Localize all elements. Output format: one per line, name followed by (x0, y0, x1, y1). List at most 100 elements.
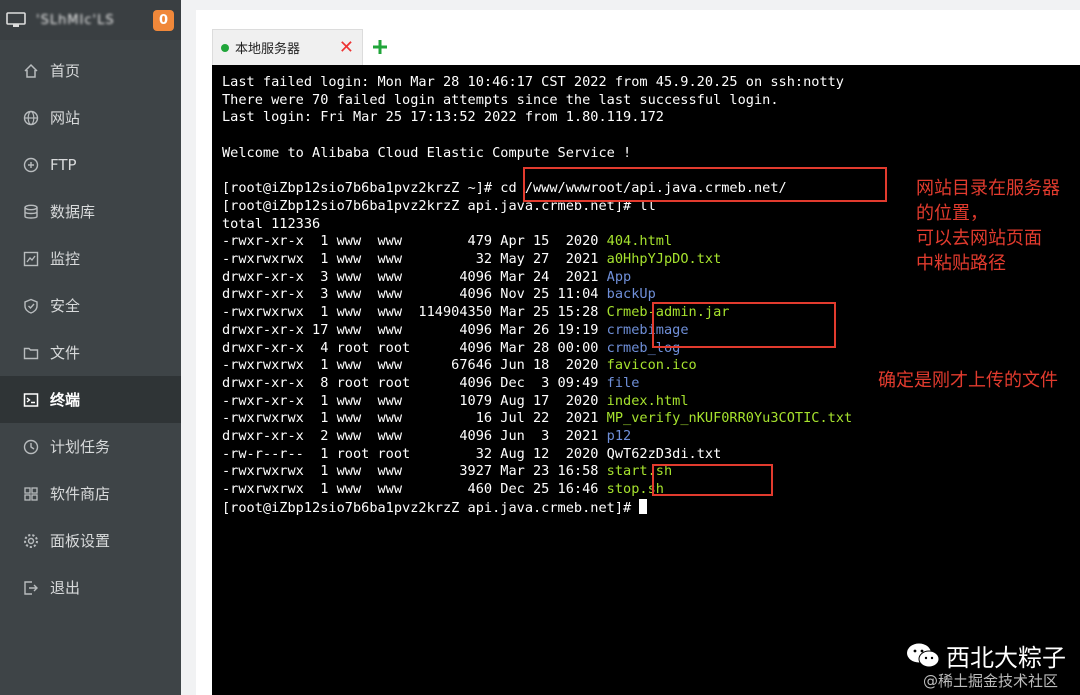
file-row: -rwxrwxrwx 1 www www 67646 Jun 18 2020 f… (222, 357, 697, 373)
file-row: -rwxr-xr-x 1 www www 1079 Aug 17 2020 in… (222, 393, 689, 409)
file-name: App (606, 268, 632, 285)
watermark-subtitle: @稀土掘金技术社区 (922, 672, 1058, 690)
file-meta: -rwxrwxrwx 1 www www 32 May 27 2021 (222, 251, 599, 268)
file-name: MP_verify_nKUF0RR0Yu3COTIC.txt (606, 410, 853, 427)
server-hostname: 'SLhMIc'LS (36, 12, 115, 28)
database-icon (23, 204, 39, 220)
file-meta: -rwxr-xr-x 1 www www 1079 Aug 17 2020 (222, 392, 599, 409)
file-row: -rwxrwxrwx 1 www www 32 May 27 2021 a0Hh… (222, 251, 721, 267)
file-name: a0HhpYJpDO.txt (606, 251, 722, 268)
file-row: drwxr-xr-x 8 root root 4096 Dec 3 09:49 … (222, 375, 639, 391)
watermark: 西北大粽子 (906, 638, 1066, 673)
file-name: file (606, 374, 640, 391)
server-header: 'SLhMIc'LS 0 (0, 0, 181, 40)
file-meta: -rwxrwxrwx 1 www www 67646 Jun 18 2020 (222, 357, 599, 374)
file-row: drwxr-xr-x 2 www www 4096 Jun 3 2021 p12 (222, 428, 631, 444)
file-name: 404.html (606, 233, 673, 250)
tab-label: 本地服务器 (235, 42, 301, 57)
file-name: backUp (606, 286, 656, 303)
home-icon (23, 63, 39, 79)
file-meta: drwxr-xr-x 3 www www 4096 Mar 24 2021 (222, 268, 599, 285)
file-row: drwxr-xr-x 3 www www 4096 Nov 25 11:04 b… (222, 286, 656, 302)
monitor-icon (6, 12, 26, 27)
terminal-line: Last failed login: Mon Mar 28 10:46:17 C… (222, 74, 844, 90)
file-meta: -rwxrwxrwx 1 www www 114904350 Mar 25 15… (222, 304, 599, 321)
file-row: drwxr-xr-x 3 www www 4096 Mar 24 2021 Ap… (222, 269, 631, 285)
file-meta: -rwxrwxrwx 1 www www 460 Dec 25 16:46 (222, 481, 599, 498)
wechat-icon (907, 643, 940, 667)
logout-icon (23, 580, 39, 596)
file-name: p12 (606, 428, 632, 445)
file-row: -rwxrwxrwx 1 www www 3927 Mar 23 16:58 s… (222, 463, 672, 479)
sidebar-menu: 首页 网站 FTP 数据库监控安全文件 终端计划任务软件商店面板设置退出 (0, 47, 181, 611)
file-row: -rwxr-xr-x 1 www www 479 Apr 15 2020 404… (222, 233, 672, 249)
terminal-line: total 112336 (222, 215, 321, 232)
monitor-icon (23, 251, 39, 267)
sidebar-item-3[interactable]: 数据库 (0, 188, 181, 235)
file-meta: drwxr-xr-x 3 www www 4096 Nov 25 11:04 (222, 286, 599, 303)
file-row: drwxr-xr-x 17 www www 4096 Mar 26 19:19 … (222, 322, 689, 338)
file-meta: drwxr-xr-x 17 www www 4096 Mar 26 19:19 (222, 321, 599, 338)
shield-icon (23, 298, 39, 314)
sidebar-item-2[interactable]: FTP (0, 141, 181, 188)
apps-icon (23, 486, 39, 502)
highlight-cd-command (523, 167, 887, 202)
sidebar-item-8[interactable]: 计划任务 (0, 423, 181, 470)
terminal-tabs: 本地服务器 ✕ (212, 29, 397, 65)
file-meta: drwxr-xr-x 4 root root 4096 Mar 28 00:00 (222, 339, 599, 356)
sidebar-item-0[interactable]: 首页 (0, 47, 181, 94)
close-icon[interactable]: ✕ (339, 38, 354, 57)
sidebar-item-label: FTP (50, 155, 77, 174)
sidebar-item-label: 退出 (50, 579, 81, 597)
cursor-block (639, 498, 648, 514)
gutter (181, 0, 196, 695)
file-name: QwT62zD3di.txt (606, 445, 722, 462)
terminal-line: Last login: Fri Mar 25 17:13:52 2022 fro… (222, 109, 664, 126)
file-name: favicon.ico (606, 357, 697, 374)
clock-icon (23, 439, 39, 455)
file-row: -rwxrwxrwx 1 www www 460 Dec 25 16:46 st… (222, 481, 664, 497)
terminal-line: There were 70 failed login attempts sinc… (222, 91, 779, 108)
sidebar-item-1[interactable]: 网站 (0, 94, 181, 141)
plus-icon (373, 40, 387, 54)
sidebar-item-11[interactable]: 退出 (0, 564, 181, 611)
annotation-files-note: 确定是刚才上传的文件 (878, 370, 1058, 391)
gear-icon (23, 533, 39, 549)
terminal-output: Last failed login: Mon Mar 28 10:46:17 C… (222, 74, 852, 518)
file-row: -rw-r--r-- 1 root root 32 Aug 12 2020 Qw… (222, 446, 721, 462)
main-area: 本地服务器 ✕ Last failed login: Mon Mar 28 10… (196, 0, 1080, 695)
add-tab-button[interactable] (363, 29, 397, 65)
sidebar-item-4[interactable]: 监控 (0, 235, 181, 282)
sidebar-item-9[interactable]: 软件商店 (0, 470, 181, 517)
watermark-name: 西北大粽子 (946, 644, 1066, 672)
terminal-icon (23, 392, 39, 408)
sidebar-item-label: 计划任务 (50, 438, 111, 456)
sidebar-item-10[interactable]: 面板设置 (0, 517, 181, 564)
notification-badge[interactable]: 0 (153, 9, 174, 31)
annotation-path-note: 网站目录在服务器 的位置， 可以去网站页面 中粘贴路径 (916, 178, 1060, 274)
folder-icon (23, 345, 39, 361)
highlight-jar-files (652, 302, 836, 348)
file-meta: drwxr-xr-x 8 root root 4096 Dec 3 09:49 (222, 374, 599, 391)
file-meta: -rwxr-xr-x 1 www www 479 Apr 15 2020 (222, 233, 599, 250)
sidebar-item-7[interactable]: 终端 (0, 376, 181, 423)
sidebar-item-label: 面板设置 (50, 532, 111, 550)
sidebar: 'SLhMIc'LS 0 首页 网站 FTP 数据库监控安全文件 终端计划任务软件商店面… (0, 0, 181, 695)
highlight-sh-files (652, 464, 773, 496)
sidebar-item-label: 安全 (50, 297, 81, 315)
globe-icon (23, 110, 39, 126)
terminal-prompt: [root@iZbp12sio7b6ba1pvz2krzZ api.java.c… (222, 499, 640, 516)
file-row: drwxr-xr-x 4 root root 4096 Mar 28 00:00… (222, 340, 680, 356)
terminal-line: Welcome to Alibaba Cloud Elastic Compute… (222, 144, 632, 161)
terminal-panel: 本地服务器 ✕ Last failed login: Mon Mar 28 10… (196, 10, 1080, 695)
sidebar-item-5[interactable]: 安全 (0, 282, 181, 329)
status-dot-icon (221, 43, 229, 52)
file-meta: -rw-r--r-- 1 root root 32 Aug 12 2020 (222, 445, 599, 462)
sidebar-item-6[interactable]: 文件 (0, 329, 181, 376)
sidebar-item-label: 软件商店 (50, 485, 111, 503)
file-meta: -rwxrwxrwx 1 www www 3927 Mar 23 16:58 (222, 463, 599, 480)
file-meta: -rwxrwxrwx 1 www www 16 Jul 22 2021 (222, 410, 599, 427)
sidebar-item-label: 监控 (50, 250, 81, 268)
tab-local-server[interactable]: 本地服务器 ✕ (212, 29, 363, 65)
file-row: -rwxrwxrwx 1 www www 16 Jul 22 2021 MP_v… (222, 410, 852, 426)
